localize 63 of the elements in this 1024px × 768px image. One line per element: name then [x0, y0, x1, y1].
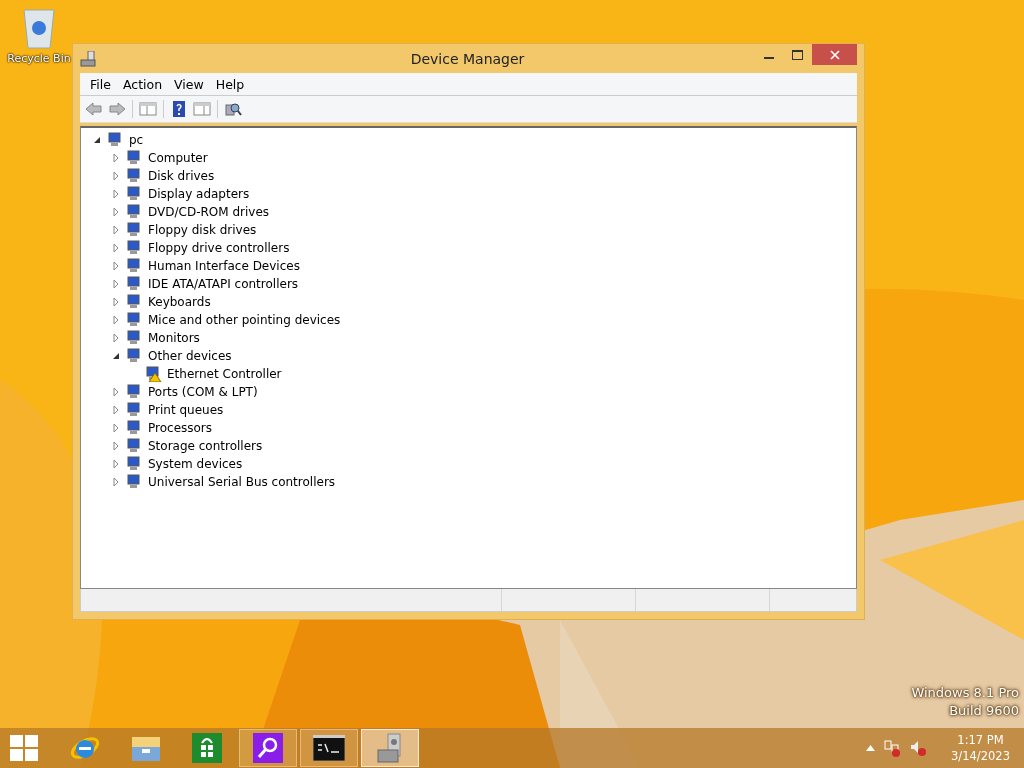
app-icon	[80, 50, 98, 67]
device-icon	[125, 204, 143, 220]
tree-item[interactable]: Monitors	[148, 331, 200, 345]
tree-item[interactable]: DVD/CD-ROM drives	[148, 205, 270, 219]
tree-item[interactable]: Mice and other pointing devices	[148, 313, 341, 327]
tree-item[interactable]: Disk drives	[148, 169, 215, 183]
tree-item[interactable]: Computer	[148, 151, 208, 165]
device-icon	[106, 132, 124, 148]
build-text: Build 9600	[949, 703, 1019, 718]
menu-item[interactable]: Action	[116, 76, 169, 92]
window-title: Device Manager	[409, 50, 526, 67]
close-icon	[829, 49, 840, 60]
recycle-bin-icon[interactable]	[22, 6, 56, 50]
terminal-icon	[313, 735, 345, 761]
device-icon	[125, 258, 143, 274]
tree-item[interactable]: System devices	[148, 457, 243, 471]
device-icon	[125, 330, 143, 346]
menu-item[interactable]: Help	[209, 76, 251, 92]
device-icon	[125, 438, 143, 454]
tree-item[interactable]: Other devices	[148, 349, 232, 363]
device-icon	[125, 456, 143, 472]
menu-item[interactable]: View	[168, 76, 210, 92]
tree-item[interactable]: Floppy drive controllers	[148, 241, 290, 255]
device-icon	[125, 420, 143, 436]
device-icon	[125, 186, 143, 202]
device-icon	[125, 240, 143, 256]
device-icon	[125, 348, 143, 364]
device-icon	[125, 150, 143, 166]
tree-item[interactable]: IDE ATA/ATAPI controllers	[148, 277, 299, 291]
tree-item[interactable]: Processors	[148, 421, 213, 435]
device-icon	[125, 276, 143, 292]
device-icon	[125, 384, 143, 400]
device-icon	[125, 312, 143, 328]
console-tree-icon[interactable]	[138, 99, 158, 119]
forward-icon[interactable]	[107, 99, 127, 119]
tree-item[interactable]: Print queues	[148, 403, 224, 417]
tree-item[interactable]: pc	[129, 133, 144, 147]
minimize-icon	[763, 56, 774, 59]
taskbar-button[interactable]	[300, 729, 358, 767]
show-hidden-icons-icon[interactable]	[866, 745, 876, 751]
device-icon	[125, 474, 143, 490]
maximize-icon	[792, 49, 803, 60]
store-icon	[192, 733, 222, 763]
warning-device-icon	[144, 366, 162, 382]
menu-item[interactable]: File	[84, 76, 117, 92]
device-icon	[125, 402, 143, 418]
tree-item[interactable]: Human Interface Devices	[148, 259, 300, 273]
tree-item[interactable]: Ports (COM & LPT)	[148, 385, 258, 399]
device-icon	[125, 222, 143, 238]
volume-icon[interactable]	[909, 739, 928, 757]
search-icon	[253, 733, 283, 763]
edition-text: Windows 8.1 Pro	[911, 685, 1019, 700]
tree-item[interactable]: Ethernet Controller	[167, 367, 282, 381]
device-icon	[125, 294, 143, 310]
tree-item[interactable]: Display adapters	[148, 187, 250, 201]
network-icon[interactable]	[883, 739, 902, 757]
tree-item[interactable]: Universal Serial Bus controllers	[148, 475, 336, 489]
tree-item[interactable]: Floppy disk drives	[148, 223, 257, 237]
device-icon	[125, 168, 143, 184]
tree-item[interactable]: Storage controllers	[148, 439, 263, 453]
taskbar-button[interactable]	[239, 729, 297, 767]
back-icon[interactable]	[84, 99, 104, 119]
tree-item[interactable]: Keyboards	[148, 295, 211, 309]
